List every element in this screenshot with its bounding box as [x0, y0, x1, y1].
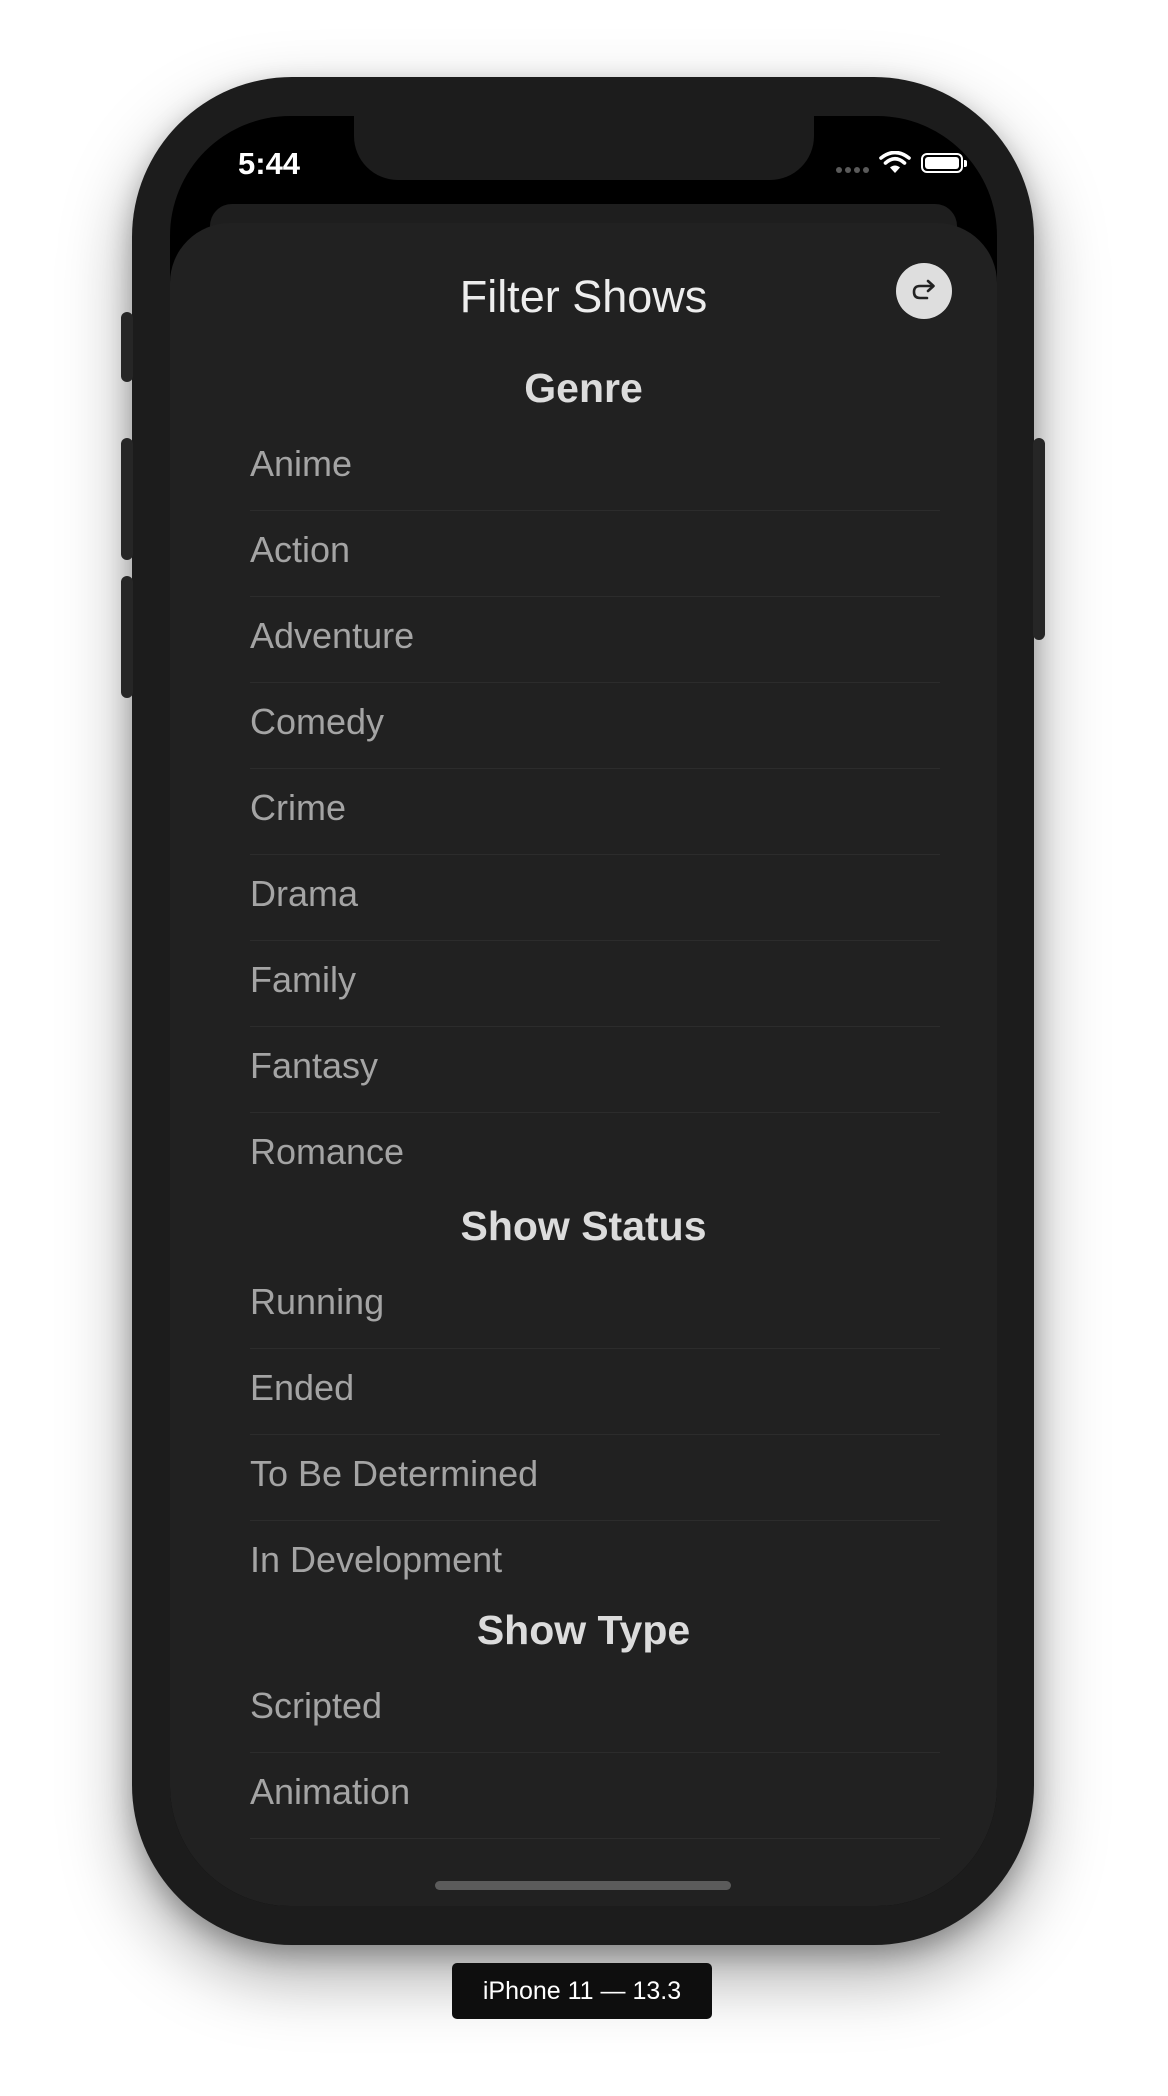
filter-option-in-development[interactable]: In Development	[250, 1521, 940, 1607]
filter-option-fantasy[interactable]: Fantasy	[250, 1027, 940, 1113]
section-header-show-type: Show Type	[476, 1607, 691, 1653]
filter-option-running[interactable]: Running	[250, 1263, 940, 1349]
option-label: To Be Determined	[250, 1453, 539, 1494]
filter-option-animation[interactable]: Animation	[250, 1753, 940, 1839]
filter-option-comedy[interactable]: Comedy	[250, 683, 940, 769]
filter-option-crime[interactable]: Crime	[250, 769, 940, 855]
section-header-show-status: Show Status	[460, 1203, 707, 1249]
option-label: Ended	[250, 1367, 355, 1408]
redo-arrow-icon	[912, 279, 935, 300]
wifi-icon	[879, 151, 911, 173]
filter-option-romance[interactable]: Romance	[250, 1113, 940, 1199]
option-label: In Development	[250, 1539, 503, 1580]
battery-icon	[921, 153, 967, 173]
silent-switch	[121, 312, 133, 382]
option-label: Drama	[250, 873, 359, 914]
status-time: 5:44	[238, 146, 301, 181]
power-button	[1033, 438, 1045, 640]
filter-option-anime[interactable]: Anime	[250, 425, 940, 511]
device-label: iPhone 11 — 13.3	[452, 1963, 712, 2019]
option-label: Scripted	[250, 1685, 383, 1726]
option-label: Adventure	[250, 615, 415, 656]
phone-screen: 5:44 Filter Shows Genre Anime Action Adv…	[170, 116, 997, 1906]
filter-option-adventure[interactable]: Adventure	[250, 597, 940, 683]
filter-sheet: Filter Shows Genre Anime Action Adventur…	[170, 223, 997, 1906]
option-label: Romance	[250, 1131, 405, 1172]
option-label: Fantasy	[250, 1045, 379, 1086]
filter-option-ended[interactable]: Ended	[250, 1349, 940, 1435]
row-divider	[250, 1838, 940, 1839]
section-header-genre: Genre	[524, 365, 643, 411]
home-indicator[interactable]	[435, 1881, 731, 1890]
option-label: Animation	[250, 1771, 411, 1812]
volume-up-button	[121, 438, 133, 560]
option-label: Family	[250, 959, 356, 1000]
filter-option-drama[interactable]: Drama	[250, 855, 940, 941]
option-label: Running	[250, 1281, 385, 1322]
status-icons	[836, 151, 967, 175]
option-label: Comedy	[250, 701, 385, 742]
reset-filters-button[interactable]	[896, 263, 952, 319]
filter-option-action[interactable]: Action	[250, 511, 940, 597]
notch	[354, 116, 814, 180]
option-label: Crime	[250, 787, 346, 828]
filter-option-to-be-determined[interactable]: To Be Determined	[250, 1435, 940, 1521]
simulator-stage: 5:44 Filter Shows Genre Anime Action Adv…	[0, 0, 1168, 2096]
option-label: Action	[250, 529, 351, 570]
filter-option-family[interactable]: Family	[250, 941, 940, 1027]
filter-option-scripted[interactable]: Scripted	[250, 1667, 940, 1753]
cellular-signal-icon	[836, 153, 869, 173]
sheet-title: Filter Shows	[459, 271, 708, 322]
volume-down-button	[121, 576, 133, 698]
option-label: Anime	[250, 443, 353, 484]
